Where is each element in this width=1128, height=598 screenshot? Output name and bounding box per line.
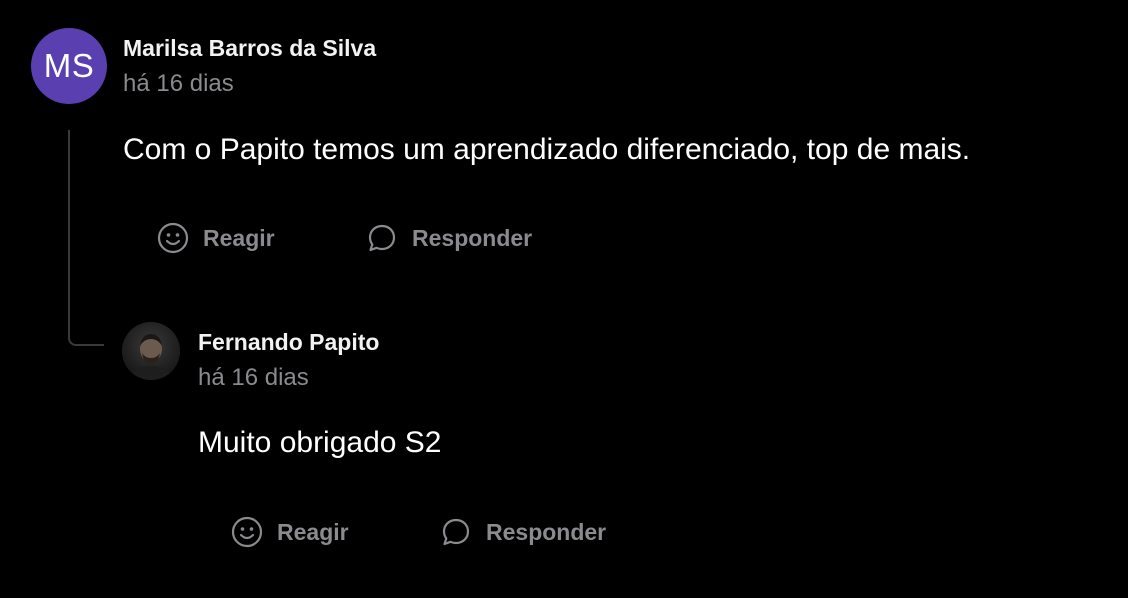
reply-button-label: Responder [412,224,533,251]
avatar[interactable]: MS [31,28,107,104]
react-button[interactable]: Reagir [231,516,349,548]
reply-button-label: Responder [486,518,607,545]
reply-text: Muito obrigado S2 [198,426,442,459]
smile-icon [157,222,189,254]
chat-bubble-icon [442,518,470,546]
comment-author-name[interactable]: Marilsa Barros da Silva [123,35,376,62]
reply-author-name[interactable]: Fernando Papito [198,329,379,356]
profile-photo-icon [122,322,180,380]
thread-connector-line [68,130,104,346]
reply-button[interactable]: Responder [366,222,532,254]
comment-timestamp: há 16 dias [123,70,234,97]
reply-timestamp: há 16 dias [198,364,309,391]
comment-text: Com o Papito temos um aprendizado difere… [123,133,971,166]
smile-icon [231,516,263,548]
avatar[interactable] [122,322,180,380]
chat-bubble-icon [368,224,396,252]
react-button-label: Reagir [203,224,275,251]
avatar-initials-text: MS [43,47,95,84]
react-button[interactable]: Reagir [157,222,275,254]
react-button-label: Reagir [277,518,349,545]
reply-button[interactable]: Responder [440,516,606,548]
